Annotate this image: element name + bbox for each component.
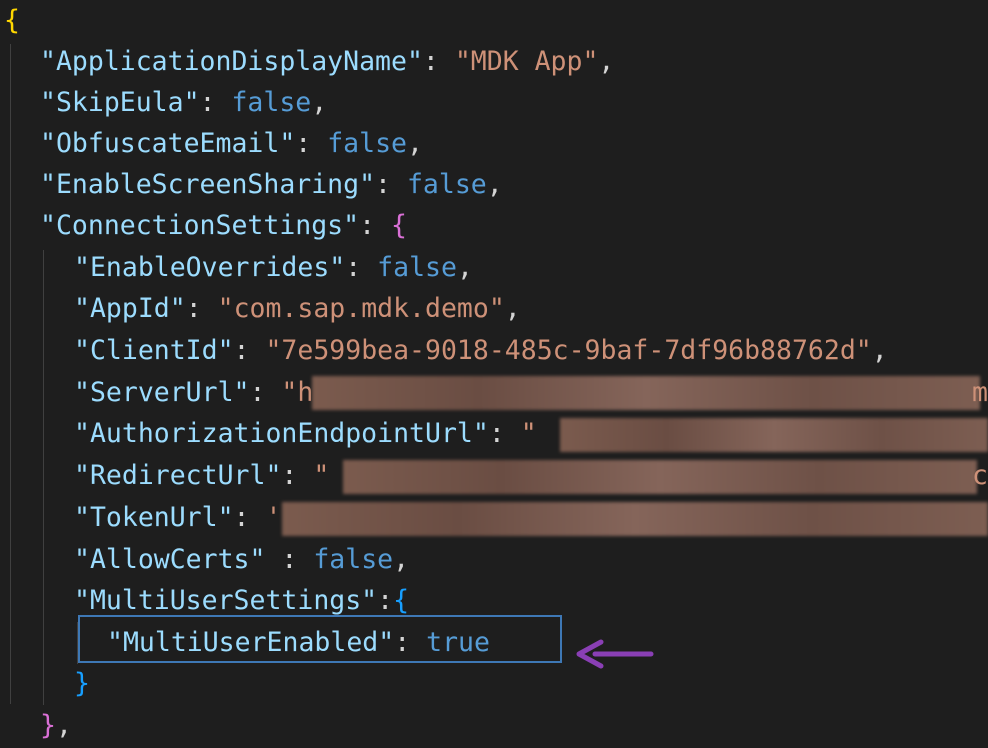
json-string-value: "h [281,377,314,408]
json-boolean-value: false [313,544,394,575]
connection-open-brace: { [391,210,407,241]
code-line-14: "AllowCerts" : false, [74,544,410,575]
code-line-12: "RedirectUrl": " [74,460,330,491]
json-key: "MultiUserSettings" [74,585,378,616]
json-key: "ClientId" [74,335,234,366]
json-key: "RedirectUrl" [74,460,282,491]
json-key: "SkipEula" [40,87,200,118]
code-line-4: "ObfuscateEmail": false, [40,128,423,159]
json-key: "EnableScreenSharing" [40,169,376,200]
json-key: "AppId" [74,293,186,324]
code-line-11: "AuthorizationEndpointUrl": " [74,418,537,449]
json-string-value: "MDK App" [454,46,599,77]
json-key: "AuthorizationEndpointUrl" [74,418,489,449]
code-line-9: "ClientId": "7e599bea-9018-485c-9baf-7df… [74,335,888,366]
indent-guide-connection [43,250,44,705]
code-line-13: "TokenUrl": ' [74,502,282,533]
redirect-url-trailing-char: c [972,460,988,491]
json-string-value: " [520,418,537,449]
json-string-value: ' [265,502,282,533]
code-editor[interactable]: { "ApplicationDisplayName": "MDK App", "… [0,0,988,748]
json-string-value: "com.sap.mdk.demo" [217,293,505,324]
code-line-2: "ApplicationDisplayName": "MDK App", [40,46,615,77]
multiuser-close-brace: } [74,668,90,699]
json-boolean-value: false [231,87,312,118]
json-boolean-value: false [377,252,457,283]
json-key: "ConnectionSettings" [40,210,360,241]
json-boolean-value: false [327,128,407,159]
connection-close-brace: } [40,710,56,741]
redacted-redirect-url [343,460,977,494]
code-line-3: "SkipEula": false, [40,87,328,118]
server-url-trailing-char: m [972,377,988,408]
redacted-server-url [312,376,980,410]
redacted-auth-endpoint-url [560,418,988,452]
code-line-8: "AppId": "com.sap.mdk.demo", [74,293,521,324]
json-key: "EnableOverrides" [74,252,346,283]
json-boolean-value: false [406,169,487,200]
json-key: "ApplicationDisplayName" [40,46,423,77]
highlight-box [78,615,562,663]
code-line-5: "EnableScreenSharing": false, [40,169,503,200]
redacted-token-url [282,502,988,536]
code-line-7: "EnableOverrides": false, [74,252,473,283]
code-line-17: } [74,663,90,704]
json-string-value: " [313,460,330,491]
indent-guide-root [10,44,11,704]
root-open-brace: { [4,5,20,36]
json-key: "ServerUrl" [74,377,250,408]
code-line-18: }, [40,710,72,741]
json-key: "AllowCerts" [74,544,266,575]
code-line-10: "ServerUrl": "h [74,377,314,408]
multiuser-open-brace: { [393,585,410,616]
left-arrow-icon [576,639,654,669]
json-string-value: "7e599bea-9018-485c-9baf-7df96b88762d" [265,335,872,366]
code-line-6: "ConnectionSettings": { [40,210,407,241]
json-key: "TokenUrl" [74,502,234,533]
code-line-1: { [4,0,20,41]
json-key: "ObfuscateEmail" [40,128,296,159]
